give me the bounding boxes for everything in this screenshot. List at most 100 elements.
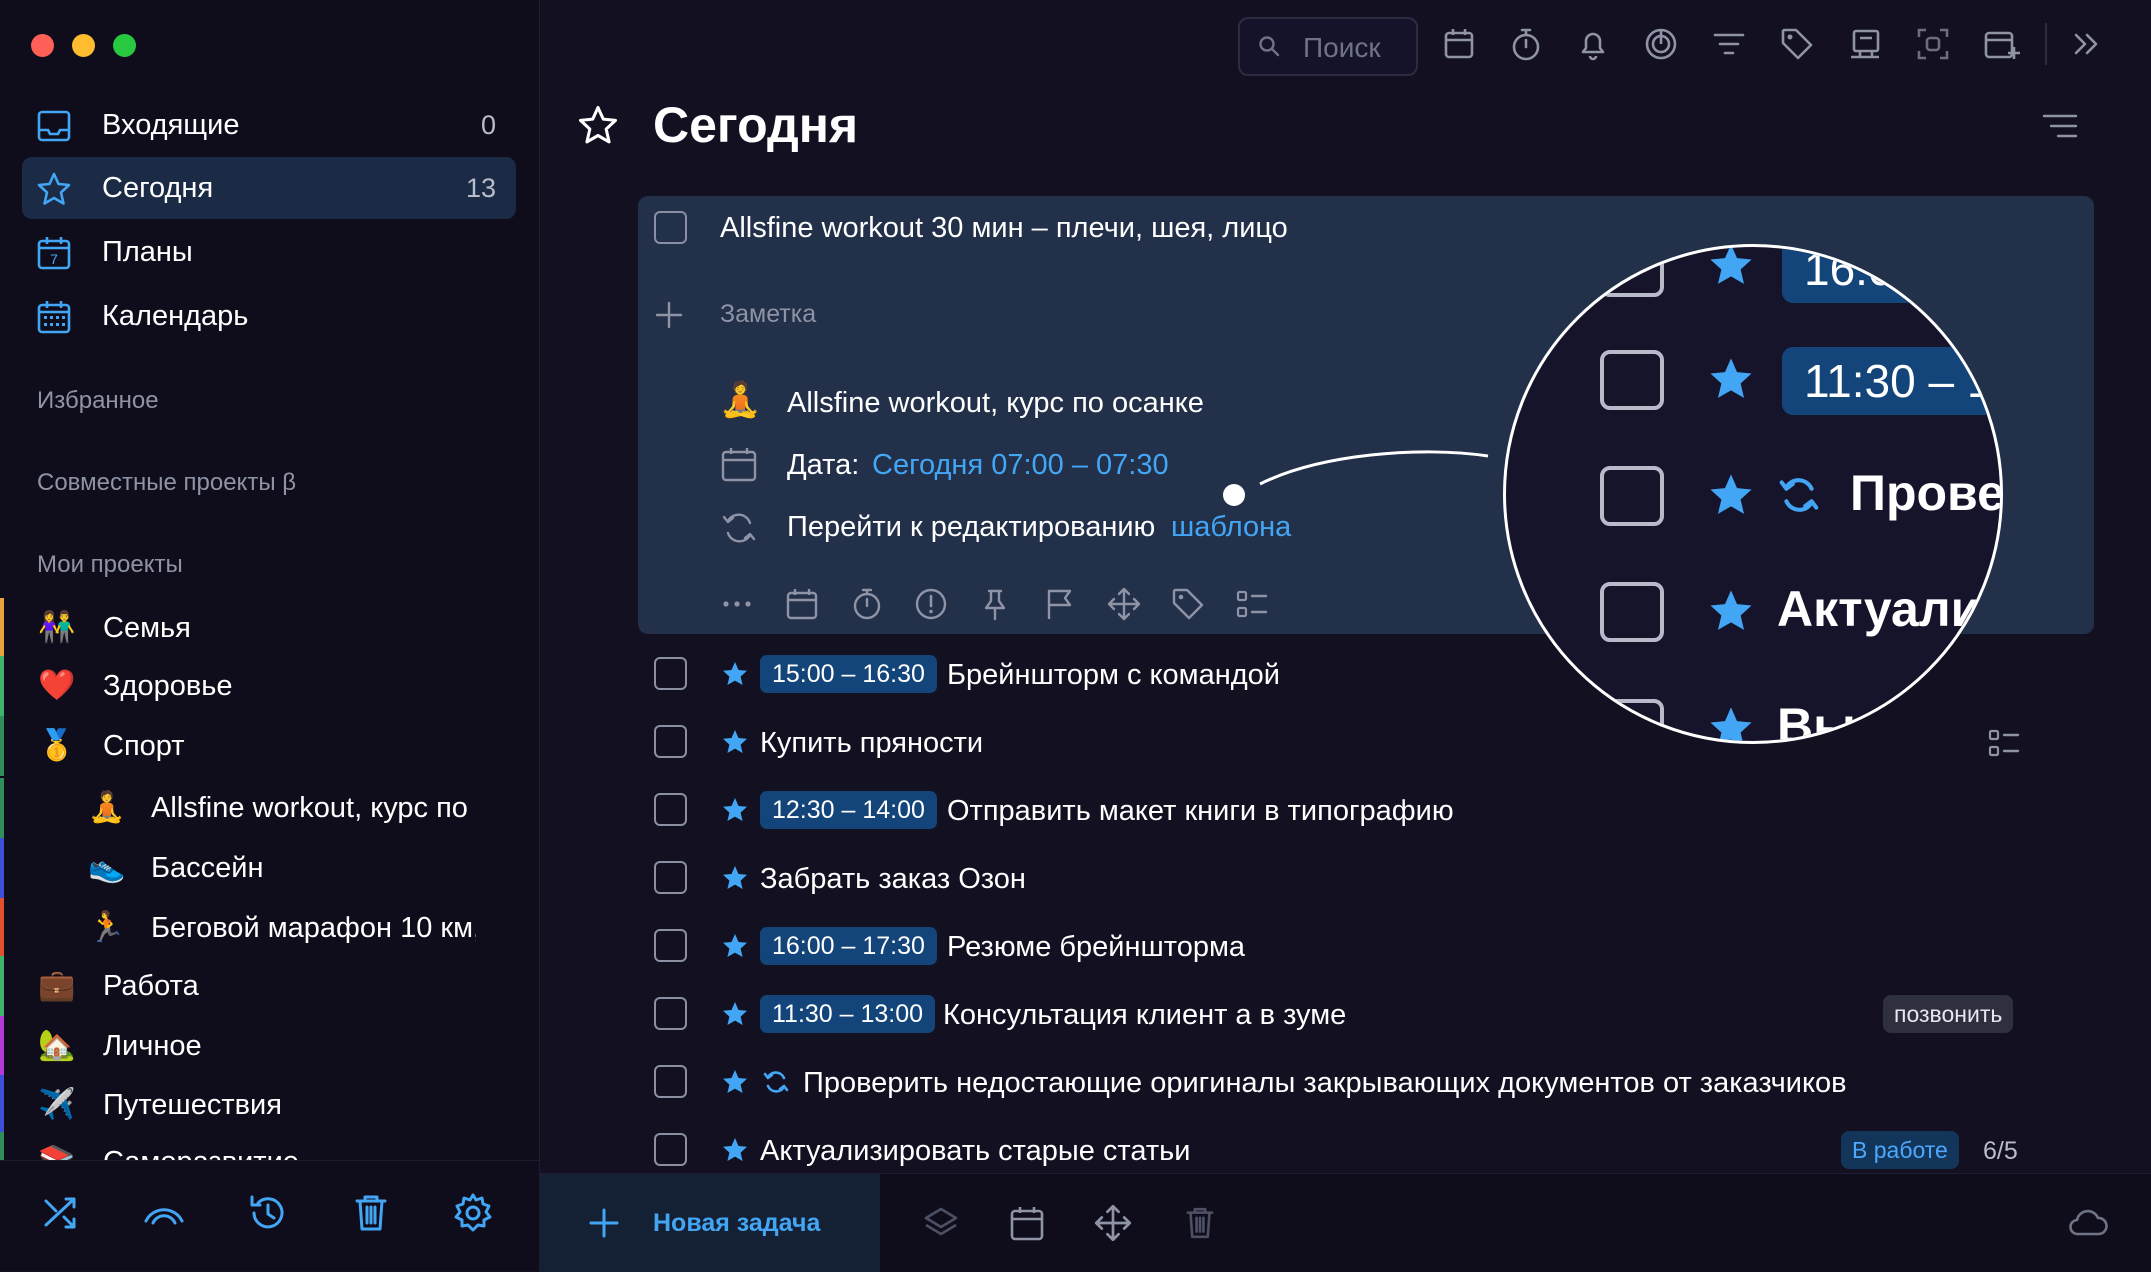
task-title[interactable]: Резюме брейншторма [947, 931, 1245, 964]
sort-options-icon[interactable] [2041, 107, 2079, 145]
page-title: Сегодня [653, 97, 859, 153]
sidebar-item-today[interactable]: Сегодня 13 [22, 157, 516, 219]
project-item-work[interactable]: 💼 Работа [0, 956, 539, 1016]
board-icon[interactable] [1846, 25, 1884, 63]
task-checkbox[interactable] [654, 1133, 687, 1166]
task-row[interactable]: Актуализировать старые статьи В работе 6… [638, 1124, 2094, 1176]
task-tag[interactable]: позвонить [1883, 995, 2014, 1033]
magnified-checkbox [1600, 466, 1664, 526]
project-color-bar [0, 656, 4, 716]
task-checkbox[interactable] [654, 211, 687, 244]
plus-icon[interactable] [654, 300, 684, 330]
move-icon[interactable] [1107, 587, 1141, 621]
flag-icon[interactable] [1043, 587, 1077, 621]
task-row[interactable]: Забрать заказ Озон [638, 852, 2094, 904]
move-icon[interactable] [1094, 1204, 1132, 1242]
task-row[interactable]: Проверить недостающие оригиналы закрываю… [638, 1056, 2094, 1108]
task-title[interactable]: Консультация клиент а в зуме [943, 999, 1346, 1032]
task-title[interactable]: Отправить макет книги в типографию [947, 795, 1454, 828]
task-title[interactable]: Забрать заказ Озон [760, 863, 1026, 896]
search-input[interactable]: Поиск [1238, 17, 1418, 76]
star-icon [1710, 358, 1752, 398]
project-item-pool[interactable]: 👟 Бассейн [0, 838, 539, 898]
tag-icon[interactable] [1778, 25, 1816, 63]
priority-icon[interactable] [914, 587, 948, 621]
stopwatch-icon[interactable] [1507, 25, 1545, 63]
task-title[interactable]: Брейншторм с командой [947, 659, 1280, 692]
task-project[interactable]: Allsfine workout, курс по осанке [787, 387, 1204, 420]
calendar-icon[interactable] [1440, 25, 1478, 63]
star-icon [723, 934, 747, 957]
calendar-icon[interactable] [785, 587, 819, 621]
task-row[interactable]: Купить пряности [638, 716, 2094, 768]
project-item-sport[interactable]: 🥇 Спорт [0, 716, 539, 776]
project-item-allsfine[interactable]: 🧘 Allsfine workout, курс по осанке [0, 778, 539, 838]
shuffle-icon[interactable] [40, 1191, 84, 1235]
task-title[interactable]: Купить пряности [760, 727, 983, 760]
magnifier-callout: 16:00 – 17:30 11:30 – 13:00 Проверить Ак… [1503, 244, 2003, 744]
sidebar-item-inbox[interactable]: Входящие 0 [22, 94, 516, 156]
cloud-sync-icon[interactable] [2067, 1207, 2109, 1239]
pin-icon[interactable] [978, 587, 1012, 621]
task-title[interactable]: Allsfine workout 30 мин – плечи, шея, ли… [720, 212, 1288, 245]
new-task-button[interactable]: Новая задача [540, 1174, 880, 1272]
trash-icon[interactable] [1181, 1204, 1219, 1242]
calendar-icon[interactable] [1008, 1204, 1046, 1242]
favorites-section-title[interactable]: Избранное [37, 387, 159, 415]
task-checkbox[interactable] [654, 997, 687, 1030]
signal-arc-icon[interactable] [142, 1191, 186, 1235]
project-item-marathon[interactable]: 🏃 Беговой марафон 10 км, полумарафон [0, 898, 539, 958]
family-icon: 👫 [38, 611, 76, 644]
window-zoom-button[interactable] [113, 34, 136, 57]
my-projects-section-title[interactable]: Мои проекты [37, 551, 183, 579]
task-checkbox[interactable] [654, 861, 687, 894]
task-checkbox[interactable] [654, 929, 687, 962]
project-color-bar [0, 1075, 4, 1135]
task-checkbox[interactable] [654, 793, 687, 826]
history-icon[interactable] [246, 1191, 290, 1235]
tag-icon[interactable] [1171, 587, 1205, 621]
task-title[interactable]: Проверить недостающие оригиналы закрываю… [803, 1067, 1847, 1100]
sidebar-item-plans[interactable]: 7 Планы [22, 221, 516, 283]
task-checkbox[interactable] [654, 657, 687, 690]
sidebar-item-calendar[interactable]: Календарь [22, 285, 516, 347]
window-minimize-button[interactable] [72, 34, 95, 57]
task-status-tag[interactable]: В работе [1841, 1131, 1959, 1169]
bell-icon[interactable] [1574, 25, 1612, 63]
note-field[interactable]: Заметка [720, 300, 816, 329]
magnified-checkbox [1600, 582, 1664, 642]
star-icon [723, 662, 747, 685]
project-item-family[interactable]: 👫 Семья [0, 598, 539, 658]
project-label: Беговой марафон 10 км, полумарафон [151, 912, 476, 944]
project-item-health[interactable]: ❤️ Здоровье [0, 656, 539, 716]
task-row[interactable]: 16:00 – 17:30 Резюме брейншторма [638, 920, 2094, 972]
date-value-link[interactable]: Сегодня 07:00 – 07:30 [872, 449, 1169, 482]
more-icon[interactable] [720, 587, 754, 621]
task-checkbox[interactable] [654, 1065, 687, 1098]
focus-timer-icon[interactable] [1642, 25, 1680, 63]
star-icon [1710, 707, 1752, 741]
sidebar: Входящие 0 Сегодня 13 7 Планы Календарь … [0, 0, 540, 1271]
airplane-icon: ✈️ [38, 1088, 76, 1121]
checklist-icon[interactable] [1235, 587, 1269, 621]
task-row[interactable]: 11:30 – 13:00 Консультация клиент а в зу… [638, 988, 2094, 1040]
trash-icon[interactable] [349, 1191, 393, 1235]
magnifier-pointer [1223, 450, 1489, 506]
filter-icon[interactable] [1710, 25, 1748, 63]
project-item-travel[interactable]: ✈️ Путешествия [0, 1075, 539, 1135]
task-row[interactable]: 12:30 – 14:00 Отправить макет книги в ти… [638, 784, 2094, 836]
window-close-button[interactable] [31, 34, 54, 57]
task-checkbox[interactable] [654, 725, 687, 758]
layers-icon[interactable] [922, 1204, 960, 1242]
screenshot-icon[interactable] [1914, 25, 1952, 63]
shared-projects-section-title[interactable]: Совместные проекты β [37, 469, 296, 497]
add-window-icon[interactable] [1982, 25, 2020, 63]
new-task-label: Новая задача [653, 1209, 821, 1237]
stopwatch-icon[interactable] [850, 587, 884, 621]
template-link[interactable]: шаблона [1171, 511, 1291, 544]
double-chevron-right-icon[interactable] [2067, 25, 2105, 63]
project-item-personal[interactable]: 🏡 Личное [0, 1016, 539, 1076]
task-title[interactable]: Актуализировать старые статьи [760, 1135, 1190, 1168]
task-time-badge: 11:30 – 13:00 [760, 995, 936, 1033]
settings-gear-icon[interactable] [451, 1191, 495, 1235]
